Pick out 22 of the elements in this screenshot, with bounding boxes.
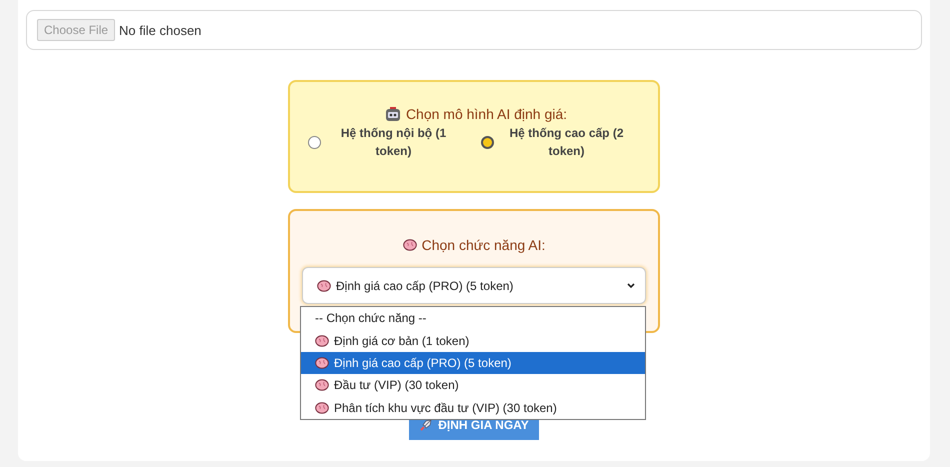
dropdown-option[interactable]: -- Chọn chức năng -- [301, 307, 645, 330]
function-card-title: Chọn chức năng AI: [422, 237, 546, 253]
dropdown-option[interactable]: Định giá cơ bản (1 token) [301, 329, 645, 352]
radio-button[interactable] [308, 136, 321, 148]
file-status-text: No file chosen [119, 22, 202, 38]
model-card-title: Chọn mô hình AI định giá: [406, 106, 568, 122]
file-input-field[interactable]: Choose File No file chosen [26, 10, 922, 50]
brain-icon [315, 402, 329, 414]
chevron-down-icon [627, 282, 635, 288]
brain-icon [402, 239, 417, 251]
robot-icon [384, 106, 401, 122]
dropdown-option[interactable]: Đầu tư (VIP) (30 token) [301, 374, 645, 397]
brain-icon [317, 280, 331, 292]
radio-button[interactable] [481, 136, 494, 148]
brain-icon [315, 356, 329, 369]
radio-label: Hệ thống nội bộ (1 token) [340, 125, 448, 160]
radio-label: Hệ thống cao cấp (2 token) [508, 125, 625, 160]
dropdown-option[interactable]: Định giá cao cấp (PRO) (5 token) [301, 352, 645, 374]
function-select[interactable]: Định giá cao cấp (PRO) (5 token) [302, 267, 646, 304]
brain-icon [315, 379, 329, 392]
brain-icon [315, 334, 329, 347]
rocket-icon [419, 418, 434, 432]
